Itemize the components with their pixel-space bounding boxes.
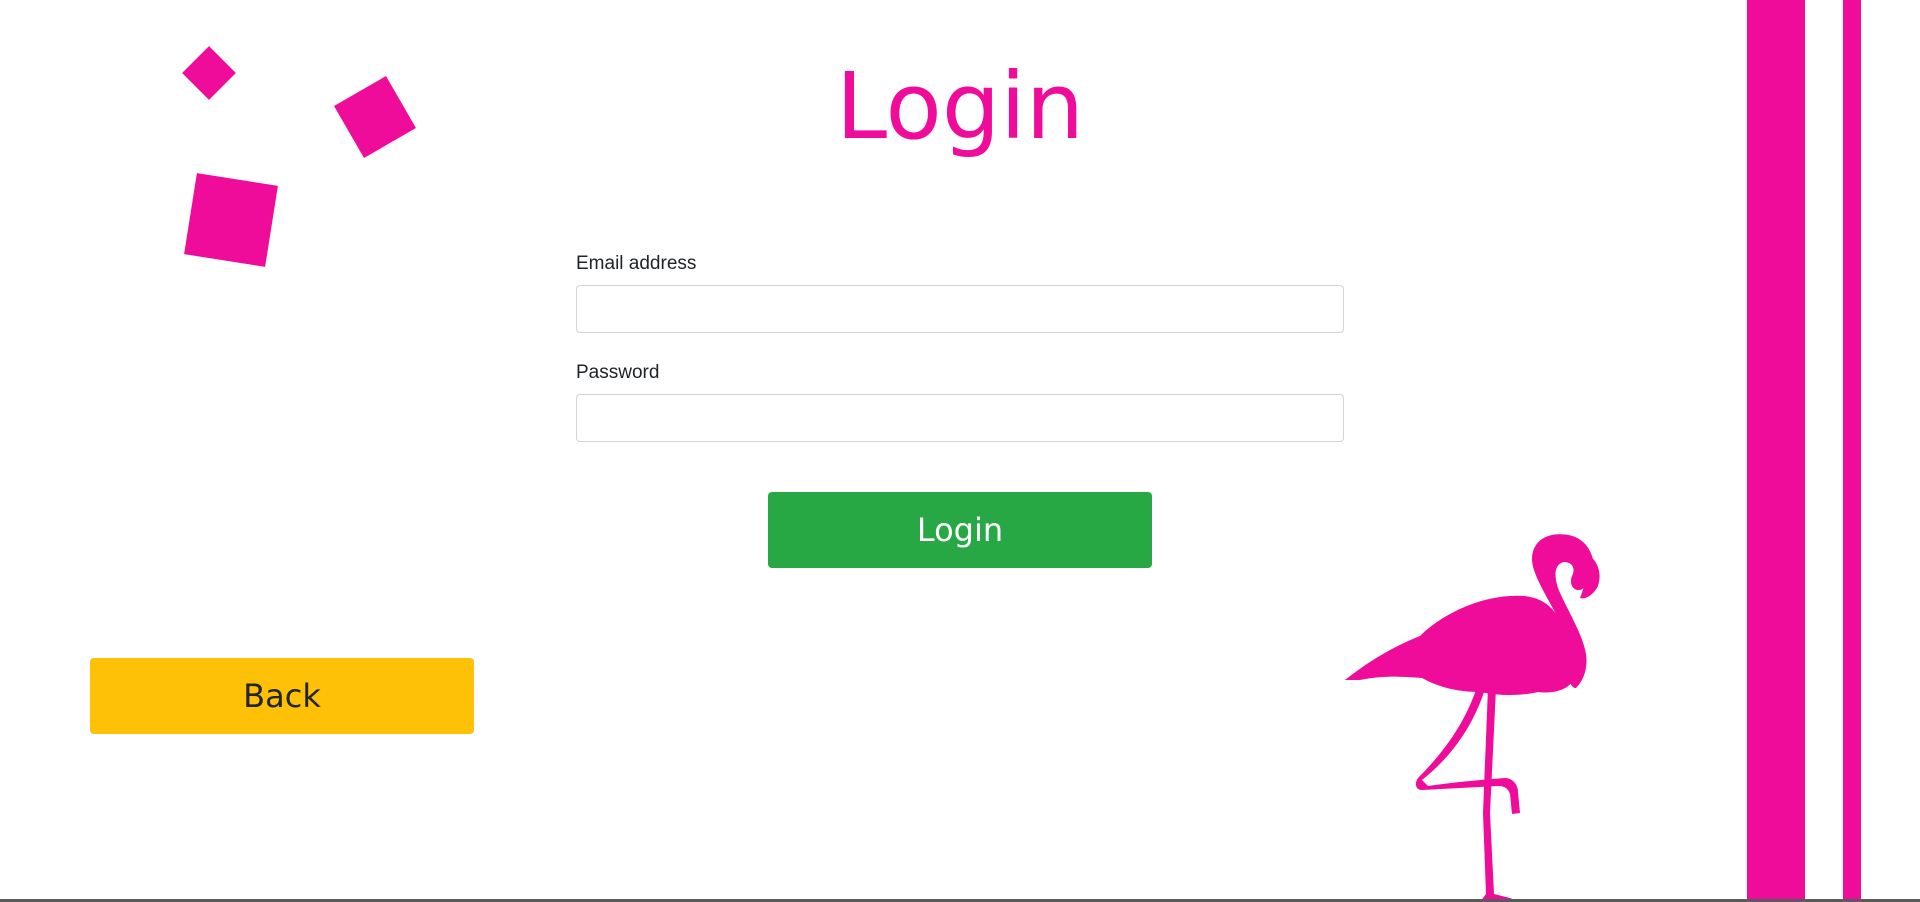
password-label: Password — [576, 362, 660, 383]
password-field[interactable] — [576, 394, 1344, 442]
login-form: Email address Password — [576, 252, 1344, 442]
login-button[interactable]: Login — [768, 492, 1152, 568]
flamingo-icon — [1345, 534, 1600, 902]
decorative-stripe-wide — [1747, 0, 1805, 902]
decorative-stripe-thin — [1843, 0, 1861, 902]
page-title: Login — [835, 53, 1085, 160]
decorative-square-large — [184, 173, 278, 267]
password-group: Password — [576, 361, 1344, 442]
back-button[interactable]: Back — [90, 658, 474, 734]
email-group: Email address — [576, 252, 1344, 333]
login-page: Login Email address Password Login Back — [0, 0, 1920, 902]
email-label: Email address — [576, 253, 697, 274]
email-field[interactable] — [576, 285, 1344, 333]
